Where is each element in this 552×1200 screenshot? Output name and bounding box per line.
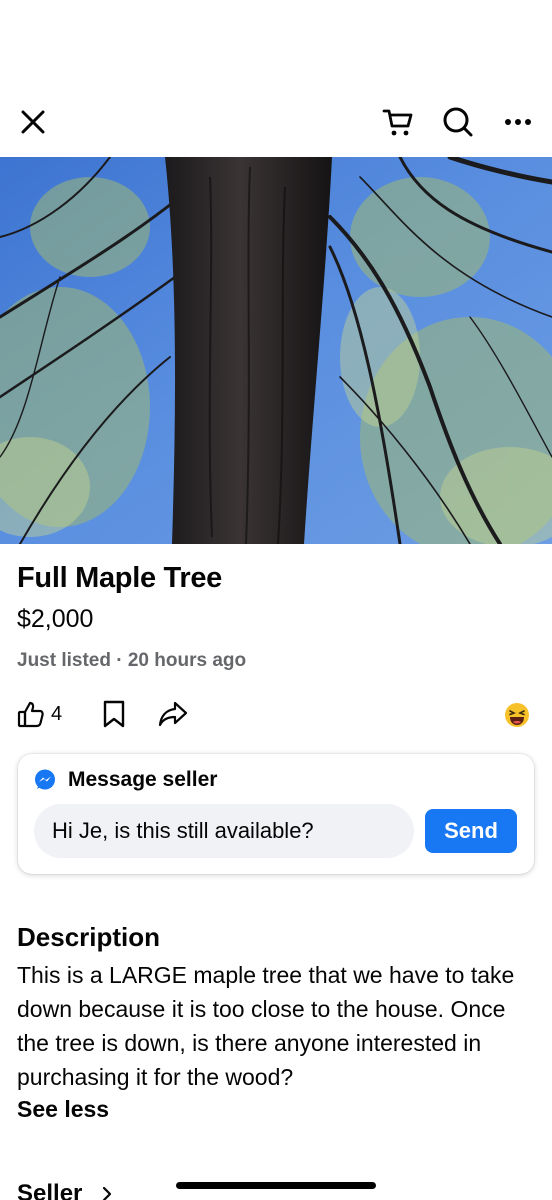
- like-button[interactable]: 4: [17, 700, 62, 728]
- message-seller-label: Message seller: [68, 768, 218, 791]
- thumbs-up-icon: [17, 701, 44, 728]
- message-seller-card: Message seller Send: [18, 754, 534, 874]
- message-seller-header: Message seller: [34, 768, 217, 792]
- messenger-icon: [35, 769, 55, 790]
- seller-heading: Seller: [17, 1180, 83, 1200]
- search-icon: [443, 107, 473, 137]
- description-text: This is a LARGE maple tree that we have …: [17, 962, 515, 1090]
- reaction-emoji[interactable]: [504, 702, 530, 728]
- top-bar: [0, 96, 552, 148]
- chevron-right-icon: [103, 1186, 112, 1200]
- cart-icon: [382, 109, 413, 136]
- more-icon: [505, 119, 531, 125]
- share-icon: [158, 701, 188, 727]
- action-row: 4: [0, 694, 552, 738]
- save-button[interactable]: [102, 700, 126, 728]
- close-button[interactable]: [11, 100, 55, 144]
- cart-button[interactable]: [376, 100, 420, 144]
- search-button[interactable]: [436, 100, 480, 144]
- listing-title: Full Maple Tree: [17, 562, 222, 594]
- send-button[interactable]: Send: [425, 809, 517, 853]
- laughing-emoji-icon: [505, 703, 529, 727]
- see-less-link[interactable]: See less: [17, 1096, 109, 1123]
- maple-tree-photo: [0, 157, 552, 544]
- description-heading: Description: [17, 922, 161, 952]
- bookmark-icon: [103, 700, 125, 728]
- like-count: 4: [51, 702, 63, 725]
- listing-time: Just listed · 20 hours ago: [17, 650, 247, 671]
- share-button[interactable]: [158, 700, 188, 728]
- listing-photo[interactable]: [0, 157, 552, 544]
- message-input[interactable]: [34, 804, 414, 858]
- home-indicator[interactable]: [176, 1182, 376, 1189]
- seller-section-header[interactable]: Seller: [17, 1180, 112, 1200]
- more-options-button[interactable]: [496, 100, 540, 144]
- close-icon: [21, 110, 45, 134]
- listing-price: $2,000: [17, 605, 94, 633]
